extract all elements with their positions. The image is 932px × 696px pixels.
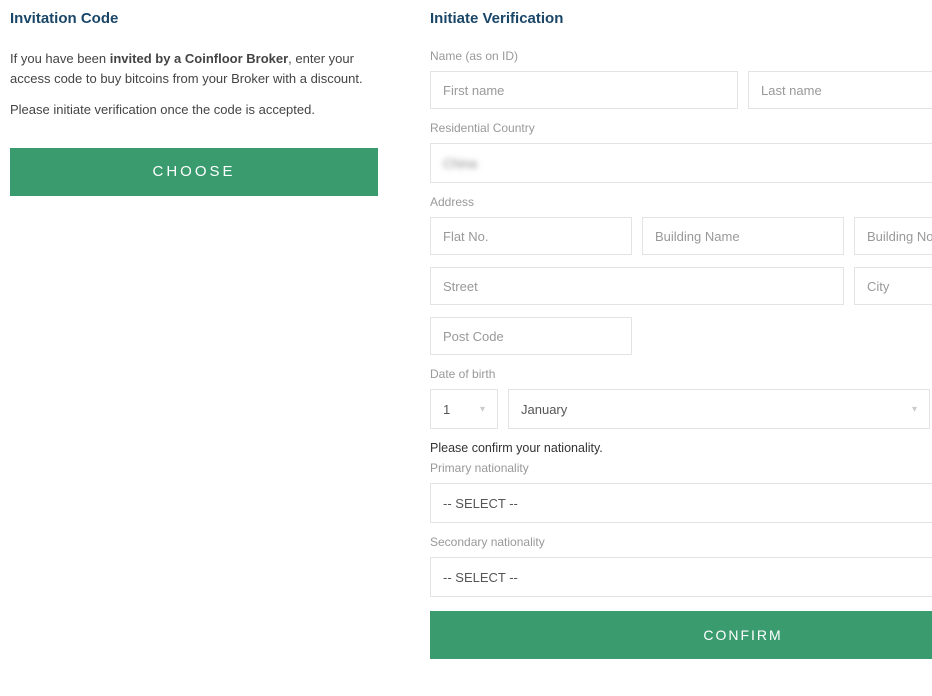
dob-month-value: January [521,402,567,417]
address-label: Address [430,195,932,209]
invitation-code-panel: Invitation Code If you have been invited… [10,10,390,659]
flat-no-input[interactable] [430,217,632,255]
name-label: Name (as on ID) [430,49,932,63]
city-input[interactable] [854,267,932,305]
verification-heading: Initiate Verification [430,10,932,27]
confirm-button[interactable]: CONFIRM [430,611,932,659]
country-select[interactable]: China ▾ [430,143,932,183]
nationality-note: Please confirm your nationality. [430,441,932,455]
choose-button[interactable]: CHOOSE [10,148,378,196]
country-value: China [443,156,477,171]
dob-day-select[interactable]: 1 ▾ [430,389,498,429]
building-name-input[interactable] [642,217,844,255]
invitation-text-1-bold: invited by a Coinfloor Broker [110,51,288,66]
primary-nationality-select[interactable]: -- SELECT -- ▾ [430,483,932,523]
invitation-text-2: Please initiate verification once the co… [10,100,390,120]
invitation-heading: Invitation Code [10,10,390,27]
street-input[interactable] [430,267,844,305]
country-label: Residential Country [430,121,932,135]
secondary-nationality-label: Secondary nationality [430,535,932,549]
postcode-input[interactable] [430,317,632,355]
dob-label: Date of birth [430,367,932,381]
primary-nationality-value: -- SELECT -- [443,496,518,511]
invitation-text-1-pre: If you have been [10,51,110,66]
invitation-text-1: If you have been invited by a Coinfloor … [10,49,390,88]
chevron-down-icon: ▾ [912,404,917,415]
secondary-nationality-value: -- SELECT -- [443,570,518,585]
verification-panel: Initiate Verification Name (as on ID) Re… [430,10,932,659]
dob-day-value: 1 [443,402,450,417]
first-name-input[interactable] [430,71,738,109]
dob-month-select[interactable]: January ▾ [508,389,930,429]
primary-nationality-label: Primary nationality [430,461,932,475]
last-name-input[interactable] [748,71,932,109]
secondary-nationality-select[interactable]: -- SELECT -- ▾ [430,557,932,597]
building-no-input[interactable] [854,217,932,255]
chevron-down-icon: ▾ [480,404,485,415]
